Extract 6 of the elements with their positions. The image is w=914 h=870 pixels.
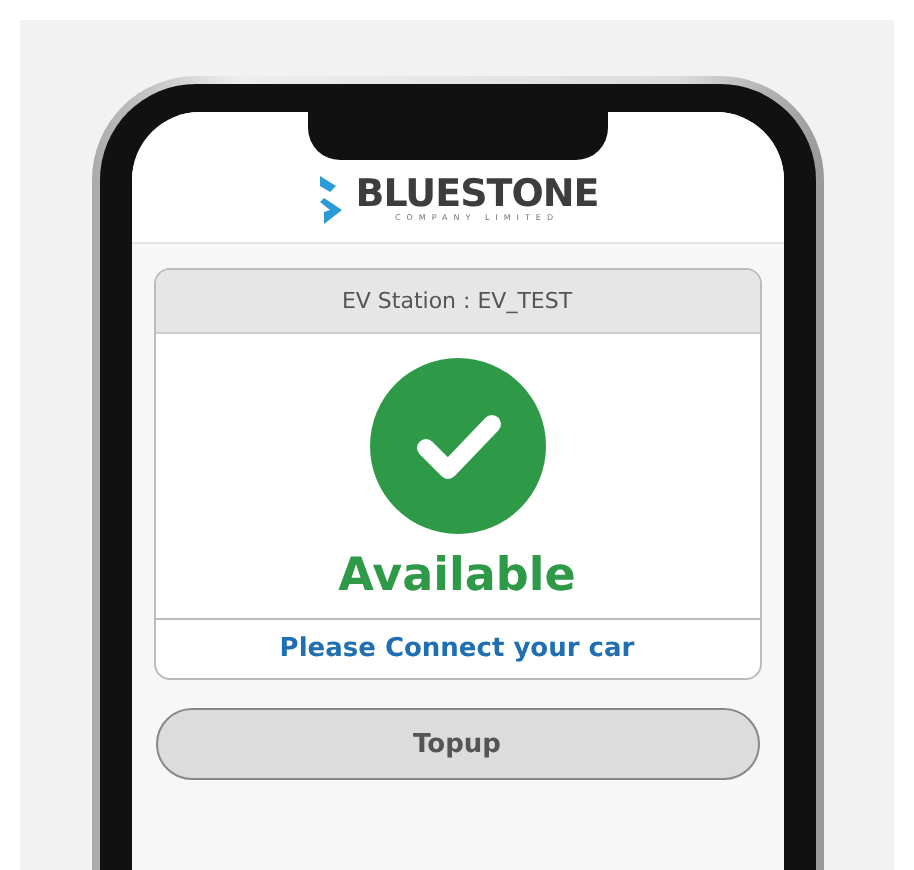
- status-label: Available: [338, 550, 576, 602]
- station-title: EV Station : EV_TEST: [155, 270, 759, 334]
- check-icon: [369, 358, 545, 534]
- connect-message: Please Connect your car: [277, 632, 637, 668]
- logo-name: BLUESTONE: [355, 176, 599, 215]
- topup-button[interactable]: Topup: [155, 708, 759, 780]
